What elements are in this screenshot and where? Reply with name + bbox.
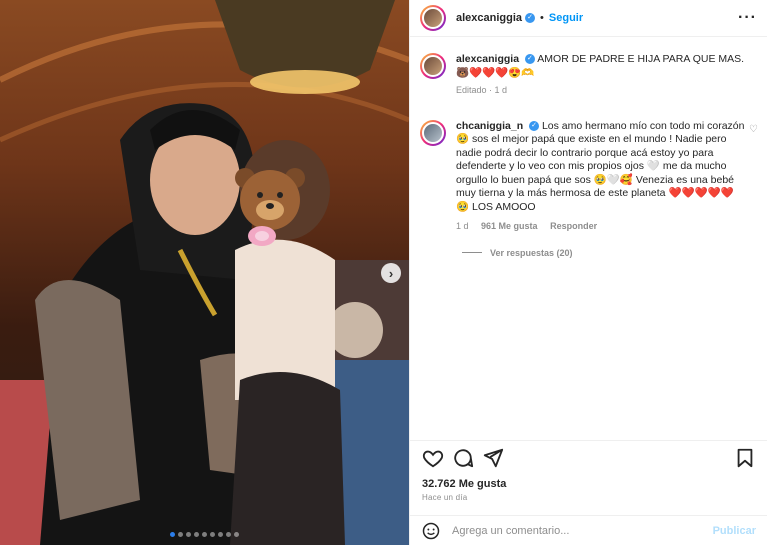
comments-list: alexcaniggia ✓ AMOR DE PADRE E HIJA PARA… (410, 48, 767, 258)
carousel-dot (170, 532, 175, 537)
comment-time: 1 d (456, 221, 469, 231)
avatar[interactable] (420, 5, 446, 31)
carousel-dot (178, 532, 183, 537)
comment-likes[interactable]: 961 Me gusta (481, 221, 538, 231)
carousel-dot (186, 532, 191, 537)
verified-icon: ✓ (529, 120, 540, 131)
avatar[interactable] (420, 119, 446, 146)
comment-row: chcaniggia_n ✓ Los amo hermano mío con t… (420, 119, 758, 234)
avatar[interactable] (420, 53, 446, 79)
carousel-dot (202, 532, 207, 537)
comment-icon[interactable] (452, 447, 474, 469)
verified-icon: ✓ (525, 13, 536, 23)
carousel-dot (194, 532, 199, 537)
carousel-dot (218, 532, 223, 537)
carousel-dot (210, 532, 215, 537)
carousel-dot (226, 532, 231, 537)
follow-button[interactable]: Seguir (549, 12, 583, 24)
replies-divider (462, 252, 482, 253)
verified-icon: ✓ (524, 54, 535, 65)
separator-dot: • (540, 12, 544, 24)
emoji-icon[interactable] (422, 522, 440, 540)
caption-row: alexcaniggia ✓ AMOR DE PADRE E HIJA PARA… (420, 53, 758, 98)
reply-button[interactable]: Responder (550, 221, 597, 231)
caption-text: AMOR DE PADRE E HIJA PARA QUE MAS. (537, 53, 745, 65)
view-replies-label: Ver respuestas (20) (490, 247, 573, 258)
comment-text-block: chcaniggia_n ✓ Los amo hermano mío con t… (456, 120, 746, 234)
caption-username[interactable]: alexcaniggia (456, 53, 519, 65)
view-replies-button[interactable]: Ver respuestas (20) (462, 248, 758, 258)
more-icon[interactable]: ··· (738, 9, 757, 27)
comment-meta: 1 d 961 Me gusta Responder (456, 220, 746, 234)
add-comment-bar: Publicar (410, 515, 767, 545)
caption-text-block: alexcaniggia ✓ AMOR DE PADRE E HIJA PARA… (456, 53, 746, 98)
caption-meta: Editado · 1 d (456, 85, 508, 95)
comment-input[interactable] (452, 524, 702, 537)
post-header: alexcaniggia ✓ • Seguir ··· (410, 0, 767, 37)
action-bar (410, 440, 767, 474)
caption-emojis: 🐻❤️❤️❤️😍🫶 (456, 66, 535, 79)
likes-count[interactable]: 32.762 Me gusta (422, 478, 506, 490)
carousel-dots (0, 532, 409, 537)
photo-illustration (0, 0, 409, 545)
comment-text: Los amo hermano mío con todo mi corazón … (456, 119, 745, 213)
publish-button[interactable]: Publicar (713, 525, 756, 537)
comment-heart-icon[interactable]: ♡ (749, 124, 758, 135)
carousel-dot (234, 532, 239, 537)
post-details-panel: alexcaniggia ✓ • Seguir ··· alexcaniggia… (409, 0, 767, 545)
share-icon[interactable] (482, 447, 504, 469)
bookmark-icon[interactable] (734, 447, 756, 469)
chevron-right-icon[interactable]: › (381, 263, 401, 283)
header-username[interactable]: alexcaniggia (456, 12, 522, 24)
heart-icon[interactable] (422, 447, 444, 469)
post-photo[interactable]: › (0, 0, 409, 545)
comment-username[interactable]: chcaniggia_n (456, 120, 523, 132)
post-time: Hace un día (422, 493, 468, 502)
